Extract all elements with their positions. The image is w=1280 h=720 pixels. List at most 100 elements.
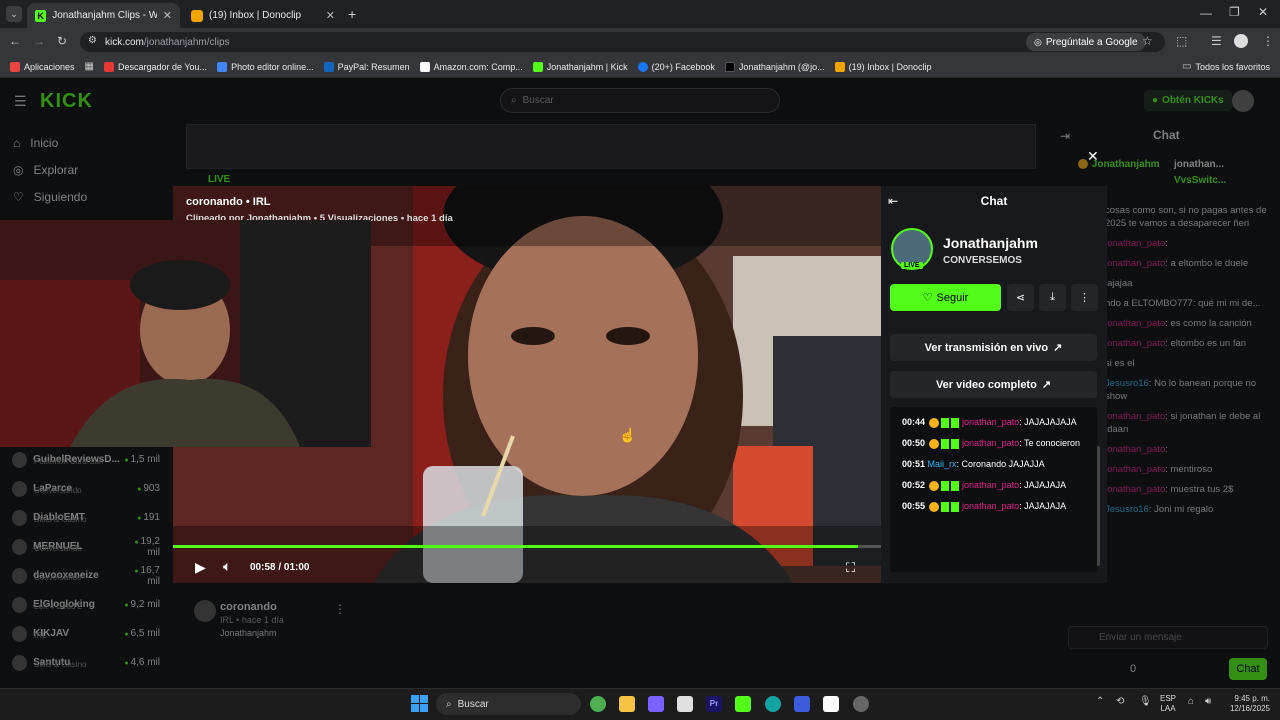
clock[interactable]: 9:45 p. m. 12/16/2025: [1222, 694, 1270, 714]
message-username[interactable]: jonathan_pato: [962, 438, 1019, 448]
play-icon[interactable]: ▶: [195, 559, 206, 576]
watch-full-video-button[interactable]: Ver video completo ↗: [890, 371, 1097, 398]
taskbar-search[interactable]: ⌕ Buscar: [436, 693, 581, 715]
sidebar-channel[interactable]: ElGloglokingLeft 4 Dead 29,2 mil: [12, 590, 160, 619]
close-modal-icon[interactable]: ✕: [1087, 148, 1099, 165]
ask-google-button[interactable]: ◎ Pregúntale a Google: [1026, 33, 1146, 51]
reading-list-icon[interactable]: ☰: [1211, 34, 1222, 48]
bookmark-grid-icon[interactable]: ▦: [85, 61, 94, 72]
kick-logo[interactable]: KICK: [40, 90, 93, 113]
follow-button[interactable]: ♡ Seguir: [890, 284, 1001, 311]
new-tab-plus-icon[interactable]: +: [348, 6, 356, 22]
sidebar-item-explore[interactable]: ◎ Explorar: [13, 156, 163, 183]
volume-icon[interactable]: 🔈︎: [223, 558, 231, 575]
chat-username[interactable]: jonathan_pato: [1105, 238, 1165, 249]
watch-live-button[interactable]: Ver transmisión en vivo ↗: [890, 334, 1097, 361]
chrome-icon[interactable]: [590, 696, 606, 712]
forward-arrow-icon[interactable]: →: [33, 34, 45, 48]
bookmark-item[interactable]: PayPal: Resumen: [323, 61, 410, 72]
chat-username[interactable]: jonathan_pato: [1105, 464, 1165, 475]
bookmark-item[interactable]: Descargador de You...: [103, 61, 207, 72]
app-icon[interactable]: [794, 696, 810, 712]
chat-username[interactable]: jonathan_pato: [1105, 411, 1165, 422]
notepad-icon[interactable]: [823, 696, 839, 712]
store-icon[interactable]: [677, 696, 693, 712]
sidebar-channel[interactable]: davooxeneizeConversando16,7 mil: [12, 561, 160, 590]
collapse-chat-icon[interactable]: ⇥: [1060, 129, 1070, 143]
back-arrow-icon[interactable]: ←: [9, 34, 21, 48]
bookmark-item[interactable]: Photo editor online...: [217, 61, 314, 72]
restore-icon[interactable]: ❐: [1229, 5, 1240, 19]
clip-more-icon[interactable]: ⋮: [334, 602, 346, 616]
sidebar-channel[interactable]: SantutuSlots & Casino4,6 mil: [12, 648, 160, 677]
message-username[interactable]: jonathan_pato: [962, 501, 1019, 511]
chat-scrollbar[interactable]: [1097, 446, 1100, 566]
microphone-icon[interactable]: 🎙︎: [1139, 696, 1152, 707]
sidebar-channel[interactable]: GuibelReviewsD...Pokemon Ultra Sun1,5 mi…: [12, 445, 160, 474]
hamburger-menu-icon[interactable]: ☰: [14, 93, 27, 110]
sidebar-channel[interactable]: LaParceConversando903: [12, 474, 160, 503]
site-info-icon[interactable]: ⚙: [88, 35, 97, 46]
chat-username[interactable]: jonathan_pato: [1105, 318, 1165, 329]
get-kicks-button[interactable]: ● Obtén KICKs: [1144, 90, 1232, 111]
tab-donoclip[interactable]: (19) Inbox | Donoclip ✕: [183, 3, 343, 28]
chat-username[interactable]: jonathan_pato: [1105, 444, 1165, 455]
chat-username[interactable]: Jesusro16: [1105, 378, 1149, 389]
all-bookmarks[interactable]: ▭ Todos los favoritos: [1182, 61, 1270, 72]
obs-icon[interactable]: [853, 696, 869, 712]
minimize-icon[interactable]: —: [1200, 6, 1212, 20]
close-tab-icon[interactable]: ✕: [163, 9, 172, 22]
message-username[interactable]: Maii_rx: [928, 459, 957, 469]
premiere-pro-icon[interactable]: Pr: [706, 696, 722, 712]
bg-clip-title[interactable]: coronando: [220, 601, 277, 613]
share-icon[interactable]: ⋖: [1007, 284, 1034, 311]
sidebar-channel[interactable]: MERNUELConversando19,2 mil: [12, 532, 160, 561]
chat-message-input[interactable]: Enviar un mensaje: [1068, 626, 1268, 649]
sidebar-item-home[interactable]: ⌂ Inicio: [13, 129, 163, 156]
download-icon[interactable]: ⤓: [1039, 284, 1066, 311]
background-clip-preview[interactable]: [186, 124, 1036, 169]
edge-icon[interactable]: [765, 696, 781, 712]
windows-start-icon[interactable]: [411, 695, 428, 712]
more-options-icon[interactable]: ⋮: [1071, 284, 1098, 311]
send-chat-button[interactable]: Chat: [1229, 658, 1267, 680]
tab-search-icon[interactable]: ⌄: [6, 6, 22, 22]
file-explorer-icon[interactable]: [619, 696, 635, 712]
sync-icon[interactable]: ⟲: [1116, 696, 1124, 707]
fullscreen-icon[interactable]: ⛶: [846, 560, 855, 576]
kick-app-icon[interactable]: [735, 696, 751, 712]
bookmark-star-icon[interactable]: ☆: [1142, 34, 1153, 48]
chat-username[interactable]: Jesusro16: [1105, 504, 1149, 515]
user-avatar[interactable]: [1232, 90, 1254, 112]
chat-username[interactable]: jonathan_pato: [1105, 338, 1165, 349]
extensions-icon[interactable]: ⬚: [1176, 34, 1187, 48]
bookmark-item[interactable]: Amazon.com: Comp...: [419, 61, 523, 72]
close-tab-icon[interactable]: ✕: [326, 9, 335, 22]
bookmark-item[interactable]: (20+) Facebook: [637, 61, 715, 72]
profile-avatar[interactable]: [1234, 34, 1248, 48]
address-bar[interactable]: ⚙ kick.com/jonathanjahm/clips: [80, 32, 1165, 52]
chat-username[interactable]: jonathan_pato: [1105, 258, 1165, 269]
tab-kick-clips[interactable]: K Jonathanjahm Clips - Watch Liv ✕: [27, 3, 180, 28]
chat-username[interactable]: jonathan_pato: [1105, 484, 1165, 495]
site-search-input[interactable]: ⌕ Buscar: [500, 88, 780, 113]
tray-chevron-icon[interactable]: ⌃: [1096, 696, 1104, 707]
speaker-icon[interactable]: 🔊︎: [1205, 696, 1211, 707]
close-window-icon[interactable]: ✕: [1258, 5, 1268, 19]
progress-track[interactable]: [173, 545, 881, 548]
streamer-name[interactable]: Jonathanjahm: [943, 235, 1038, 251]
sidebar-channel[interactable]: KIKJAVIRL 6,5 mil: [12, 619, 160, 648]
input-language[interactable]: ESP LAA: [1160, 694, 1176, 714]
network-icon[interactable]: ⌂: [1188, 696, 1194, 707]
bookmark-item[interactable]: Aplicaciones: [10, 61, 75, 72]
menu-kebab-icon[interactable]: ⋮: [1262, 34, 1274, 48]
sidebar-item-following[interactable]: ♡ Siguiendo: [13, 183, 163, 210]
message-username[interactable]: jonathan_pato: [962, 480, 1019, 490]
sidebar-channel[interactable]: DiabloEMTSlots & Casino191: [12, 503, 160, 532]
bookmark-item[interactable]: (19) Inbox | Donoclip: [834, 61, 931, 72]
bg-clip-author[interactable]: Jonathanjahm: [220, 628, 277, 638]
message-username[interactable]: jonathan_pato: [962, 417, 1019, 427]
bookmark-item[interactable]: Jonathanjahm (@jo...: [724, 61, 825, 72]
bookmark-item[interactable]: Jonathanjahm | Kick: [532, 61, 628, 72]
copilot-icon[interactable]: [648, 696, 664, 712]
